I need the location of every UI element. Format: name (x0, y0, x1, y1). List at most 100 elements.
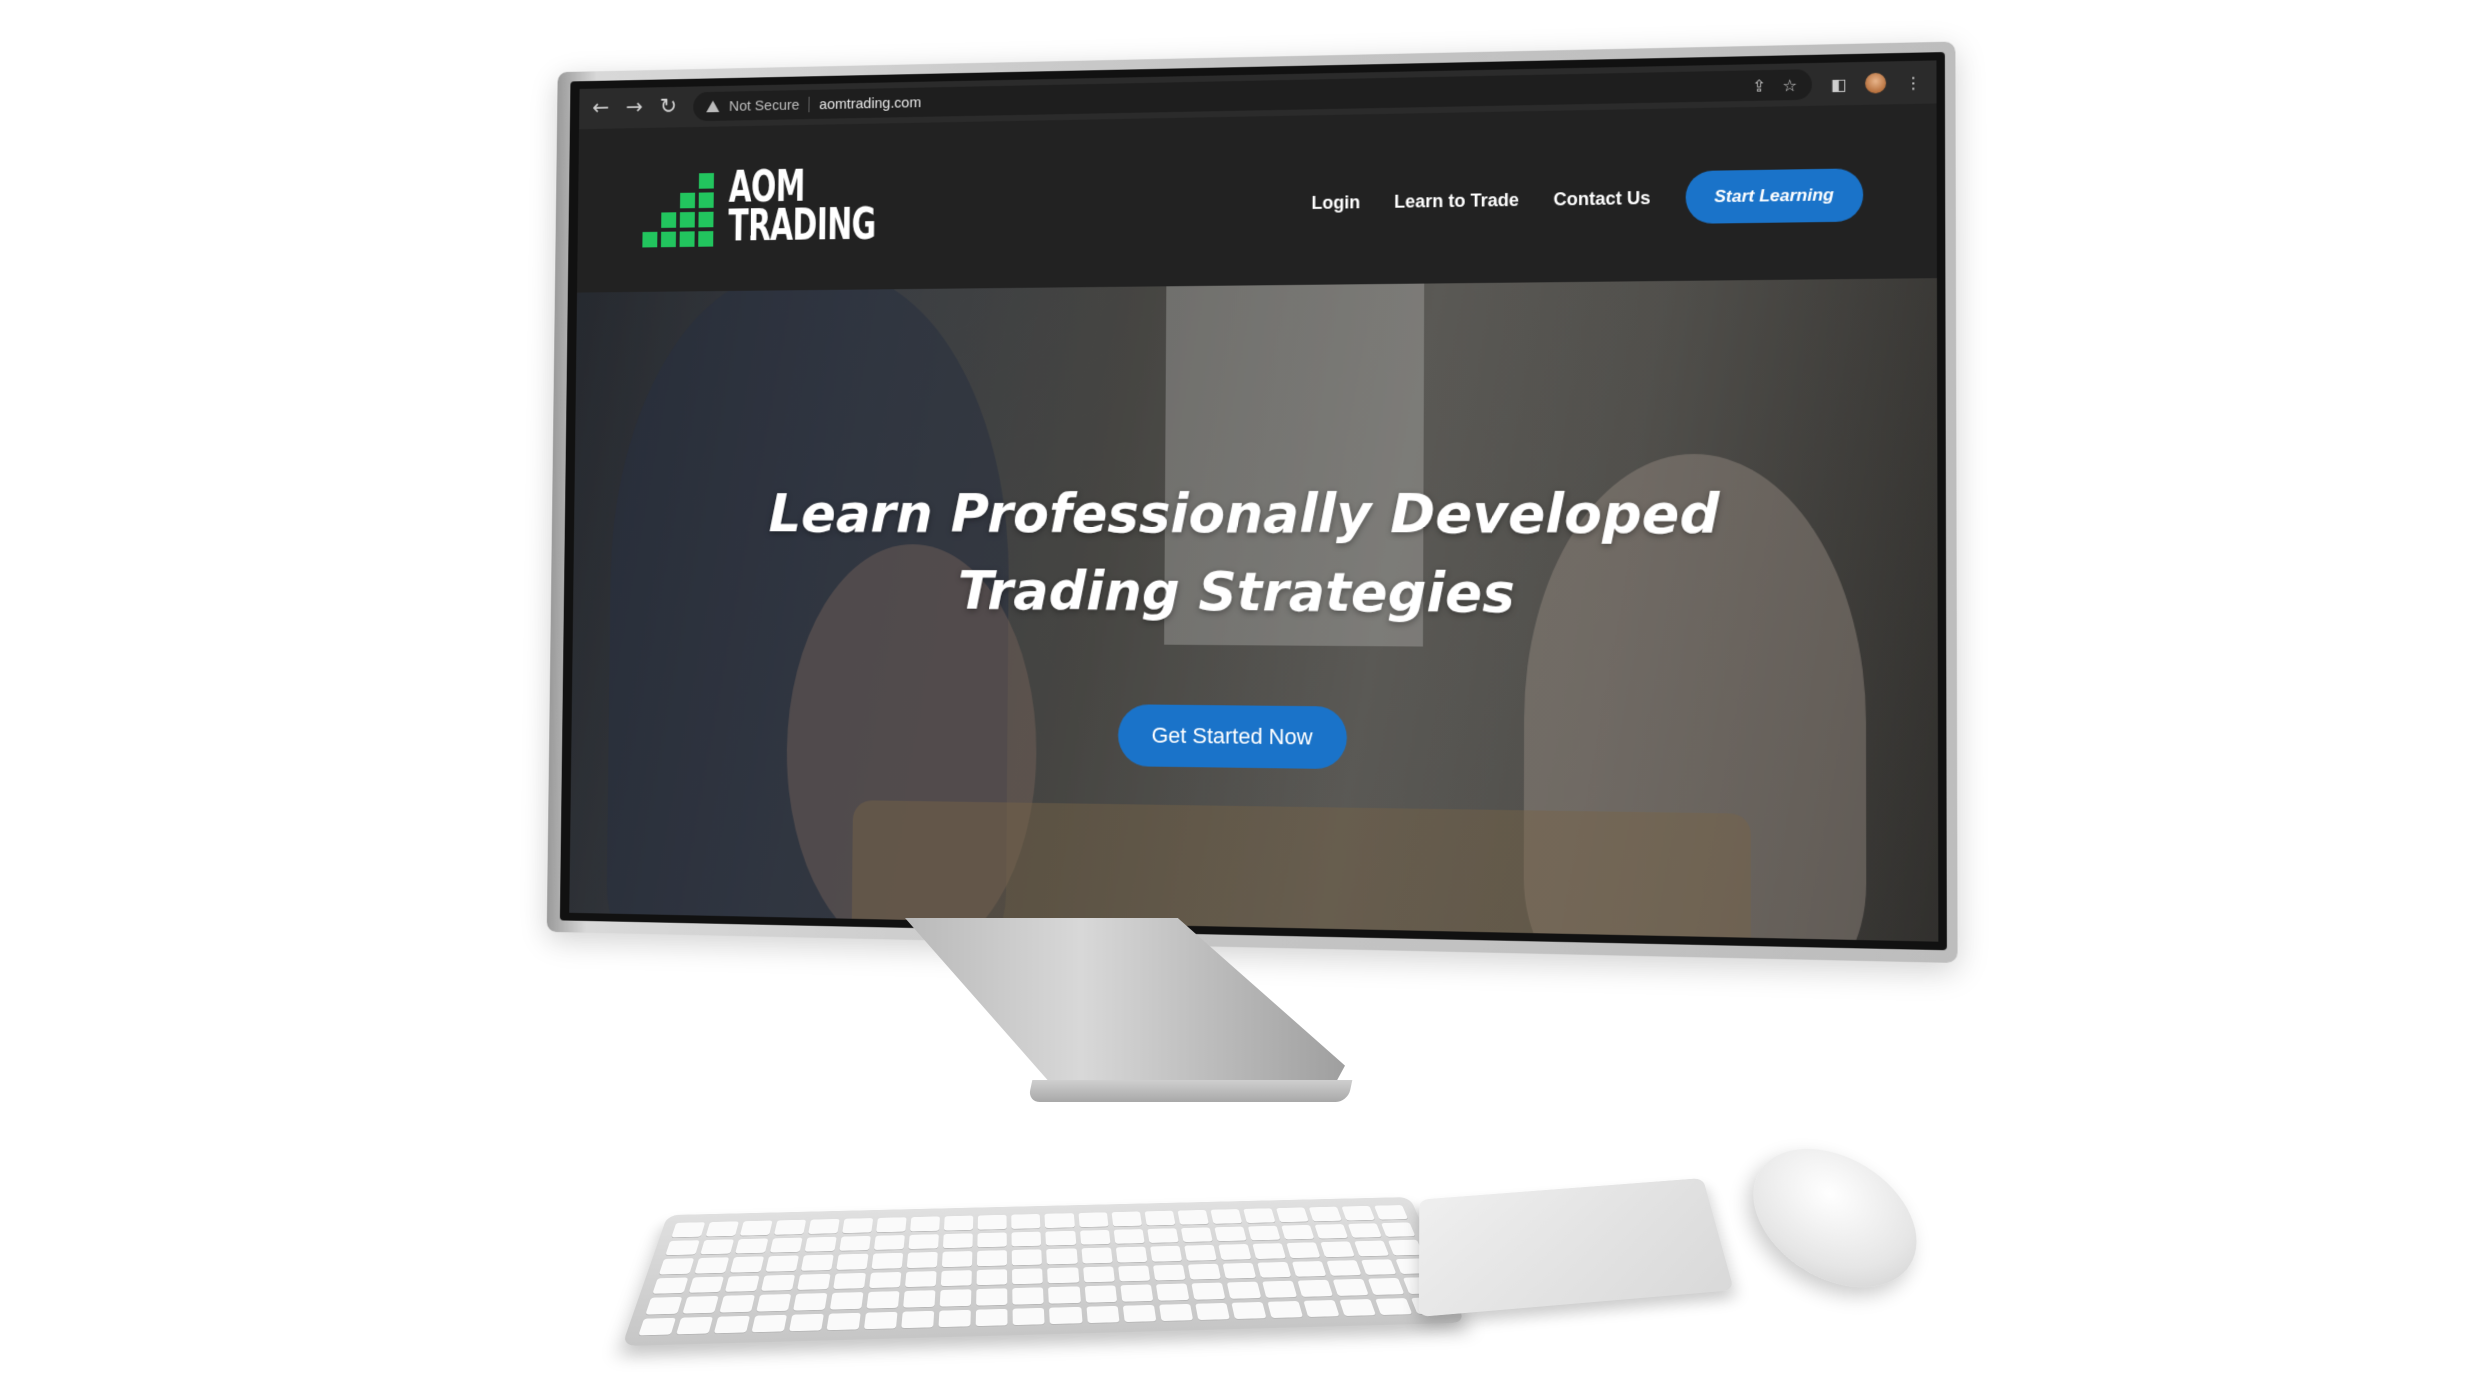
keyboard-key (1261, 1280, 1297, 1298)
keyboard-key (1247, 1225, 1281, 1241)
keyboard-key (808, 1218, 840, 1234)
share-icon[interactable]: ⇪ (1752, 76, 1766, 96)
keyboard-key (751, 1314, 788, 1333)
logo-text: AOM TRADING (728, 162, 876, 251)
keyboard-key (789, 1313, 825, 1332)
keyboard-key (908, 1233, 940, 1250)
keyboard-key (1291, 1260, 1327, 1277)
keyboard-key (1194, 1302, 1230, 1321)
keyboard-key (1144, 1210, 1176, 1226)
keyboard-key (1082, 1266, 1115, 1283)
keyboard-key (1280, 1224, 1315, 1240)
keyboard-key (1047, 1267, 1079, 1284)
keyboard-key (1308, 1206, 1342, 1222)
start-learning-button[interactable]: Start Learning (1685, 168, 1864, 224)
monitor: ← → ↻ Not Secure aomtrading.com ⇪ ☆ ◧ ⋮ (546, 41, 1958, 964)
forward-arrow-icon[interactable]: → (626, 95, 643, 119)
keyboard-key (1081, 1247, 1113, 1264)
keyboard-key (770, 1237, 803, 1253)
get-started-button[interactable]: Get Started Now (1117, 704, 1347, 770)
logo-square (698, 192, 714, 209)
hero-section: Learn Professionally Developed Trading S… (569, 278, 1939, 942)
keyboard-key (976, 1268, 1008, 1286)
keyboard-key (876, 1217, 907, 1232)
divider (808, 96, 810, 113)
keyboard-key (1231, 1301, 1267, 1320)
keyboard-key (1374, 1205, 1408, 1220)
url-text[interactable]: aomtrading.com (819, 94, 921, 113)
keyboard-key (1339, 1298, 1376, 1317)
keyboard-key (1149, 1245, 1182, 1262)
keyboard-key (1252, 1243, 1286, 1259)
warning-icon (706, 100, 720, 113)
site-logo[interactable]: AOM TRADING (642, 160, 934, 251)
keyboard-key (713, 1315, 751, 1334)
more-menu-icon[interactable]: ⋮ (1905, 72, 1922, 92)
star-icon[interactable]: ☆ (1782, 75, 1797, 95)
keyboard-key (864, 1311, 898, 1330)
keyboard-key (1256, 1261, 1292, 1278)
keyboard-key (977, 1250, 1008, 1266)
keyboard-key (705, 1221, 739, 1237)
keyboard-key (797, 1273, 831, 1290)
keyboard-key (1314, 1223, 1348, 1239)
keyboard-key (830, 1292, 864, 1310)
logo-square (679, 231, 695, 247)
keyboard-key (1320, 1241, 1355, 1257)
keyboard-key (1011, 1231, 1042, 1247)
keyboard-key (1191, 1282, 1225, 1300)
keyboard-key (1115, 1246, 1148, 1263)
sidebar-icon[interactable]: ◧ (1831, 74, 1847, 94)
reload-icon[interactable]: ↻ (660, 95, 677, 119)
keyboard-key (1387, 1239, 1424, 1256)
keyboard-key (1360, 1258, 1397, 1275)
keyboard-key (976, 1288, 1008, 1306)
keyboard-key (1085, 1305, 1120, 1324)
keyboard-key (833, 1272, 867, 1289)
keyboard-key (1119, 1284, 1153, 1302)
keyboard-key (638, 1317, 677, 1336)
keyboard-key (1146, 1227, 1179, 1243)
screen: ← → ↻ Not Secure aomtrading.com ⇪ ☆ ◧ ⋮ (569, 60, 1939, 942)
security-label: Not Secure (728, 96, 800, 115)
keyboard-key (652, 1277, 689, 1294)
keyboard-key (905, 1270, 938, 1288)
keyboard-key (940, 1289, 972, 1307)
nav-login[interactable]: Login (1311, 192, 1360, 214)
mouse (1728, 1120, 1942, 1316)
profile-avatar[interactable] (1865, 72, 1887, 94)
logo-square (698, 211, 714, 228)
keyboard-key (1158, 1303, 1193, 1322)
monitor-stand-base (1027, 1080, 1353, 1102)
nav-contact-us[interactable]: Contact Us (1553, 187, 1650, 210)
keyboard-key (978, 1214, 1008, 1230)
keyboard-key (682, 1295, 719, 1314)
keyboard-key (1155, 1283, 1189, 1301)
hero-title-line-2: Trading Strategies (957, 559, 1515, 625)
keyboard-key (907, 1251, 939, 1268)
logo-bars-icon (642, 163, 719, 248)
keyboard-key (676, 1316, 714, 1335)
keyboard-key (1011, 1213, 1041, 1229)
keyboard-key (943, 1232, 974, 1249)
keyboard-key (645, 1296, 683, 1315)
back-arrow-icon[interactable]: ← (592, 96, 609, 120)
hero-title-line-1: Learn Professionally Developed (768, 481, 1720, 547)
keyboard-key (944, 1215, 974, 1231)
keyboard-key (1078, 1212, 1109, 1227)
keyboard-key (1079, 1229, 1111, 1245)
keyboard-key (1326, 1259, 1362, 1276)
keyboard-key (826, 1312, 862, 1331)
keyboard-key (756, 1293, 792, 1312)
keyboard-key (938, 1309, 972, 1328)
trackpad (1418, 1178, 1734, 1317)
keyboard-key (1012, 1287, 1045, 1305)
keyboard-key (1049, 1306, 1083, 1325)
keyboard-key (1152, 1264, 1186, 1281)
nav-learn-to-trade[interactable]: Learn to Trade (1394, 189, 1519, 212)
keyboard-key (1210, 1209, 1242, 1224)
logo-square (660, 231, 677, 248)
keyboard-key (1303, 1299, 1340, 1318)
logo-square (661, 212, 677, 228)
keyboard-key (740, 1220, 773, 1236)
